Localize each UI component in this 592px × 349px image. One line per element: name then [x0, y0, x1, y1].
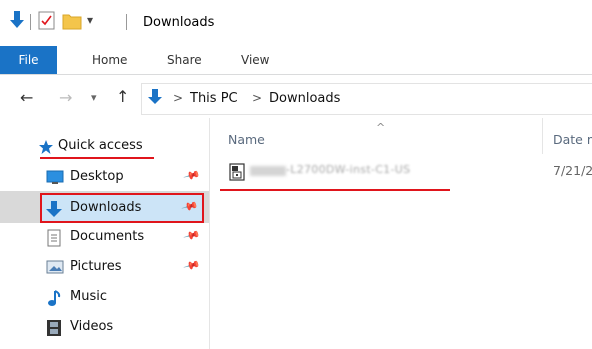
sidebar-item-label: Desktop [70, 169, 124, 184]
title-separator [126, 14, 127, 30]
redacted-filename-prefix [250, 166, 286, 176]
sidebar-item-label: Pictures [70, 259, 122, 274]
back-button[interactable]: ← [20, 88, 33, 107]
tab-home[interactable]: Home [92, 46, 127, 74]
music-icon [46, 289, 62, 307]
file-name: -L2700DW-inst-C1-US [286, 163, 411, 176]
properties-icon[interactable] [38, 11, 55, 30]
desktop-icon [46, 169, 64, 185]
quick-access-star-icon [38, 139, 54, 155]
sidebar-item-desktop[interactable]: Desktop 📌 [40, 163, 206, 191]
tab-view[interactable]: View [241, 46, 269, 74]
sidebar-item-downloads[interactable]: Downloads 📌 [40, 193, 204, 223]
path-separator: > [252, 91, 263, 105]
column-header-name[interactable]: Name [228, 132, 265, 147]
sidebar-item-label: Documents [70, 229, 145, 244]
sort-ascending-icon: ^ [376, 121, 386, 134]
window-title: Downloads [143, 15, 215, 30]
tab-share[interactable]: Share [167, 46, 202, 74]
navigation-pane: Quick access Desktop 📌 Downloads 📌 Docum… [0, 118, 210, 349]
pictures-icon [46, 259, 64, 275]
sidebar-item-music[interactable]: Music [40, 283, 206, 311]
title-bar: ▾ Downloads [0, 0, 592, 46]
file-row[interactable]: -L2700DW-inst-C1-US 7/21/2 [210, 158, 592, 184]
videos-icon [46, 319, 62, 337]
downloads-icon [46, 200, 62, 218]
sidebar-item-label: Music [70, 289, 107, 304]
sidebar-item-documents[interactable]: Documents 📌 [40, 223, 206, 251]
quick-access-underline-annotation [40, 157, 154, 159]
path-separator: > [173, 91, 184, 105]
pin-icon[interactable]: 📌 [183, 226, 201, 244]
tab-file[interactable]: File [0, 46, 57, 74]
up-button[interactable]: ↑ [116, 87, 129, 106]
file-list: ^ Name Date m -L2700DW-inst-C1-US 7/21/2 [210, 118, 592, 349]
navigation-bar: ← → ▾ ↑ > This PC > Downloads [0, 82, 592, 116]
file-underline-annotation [220, 189, 450, 191]
ribbon: File Home Share View [0, 46, 592, 75]
sidebar-item-label: Videos [70, 319, 114, 334]
downloads-path-icon [148, 88, 162, 106]
forward-button[interactable]: → [59, 88, 72, 107]
customize-toolbar-icon[interactable]: ▾ [87, 13, 93, 27]
zip-archive-icon [229, 163, 245, 181]
breadcrumb-downloads[interactable]: Downloads [269, 91, 340, 106]
documents-icon [46, 229, 62, 247]
pin-icon[interactable]: 📌 [183, 166, 201, 184]
pin-icon[interactable]: 📌 [181, 197, 199, 215]
column-divider[interactable] [542, 118, 543, 154]
sidebar-item-label: Downloads [70, 200, 142, 215]
quick-access-label[interactable]: Quick access [58, 138, 143, 153]
recent-locations-button[interactable]: ▾ [91, 91, 97, 104]
toolbar-separator [30, 14, 31, 30]
new-folder-icon[interactable] [62, 12, 82, 30]
pin-icon[interactable]: 📌 [183, 256, 201, 274]
sidebar-item-videos[interactable]: Videos [40, 313, 206, 341]
breadcrumb-this-pc[interactable]: This PC [190, 91, 238, 106]
sidebar-item-pictures[interactable]: Pictures 📌 [40, 253, 206, 281]
downloads-arrow-icon[interactable] [9, 10, 25, 30]
column-header-date-modified[interactable]: Date m [553, 132, 592, 147]
file-date-modified: 7/21/2 [553, 163, 592, 178]
